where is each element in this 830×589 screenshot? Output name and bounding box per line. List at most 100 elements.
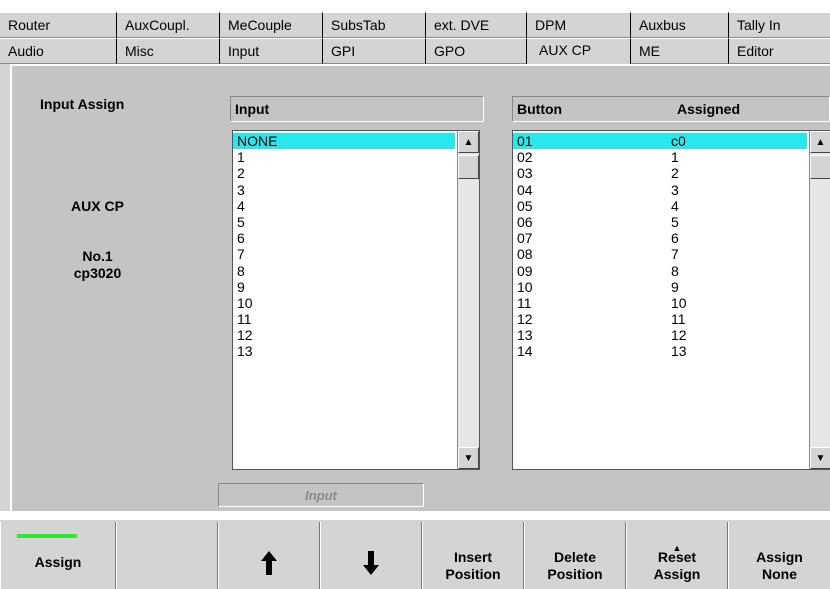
triangle-up-icon: ▲ <box>463 136 474 148</box>
button-number: 01 <box>517 133 533 149</box>
list-item[interactable]: 1 <box>233 149 455 165</box>
triangle-down-icon: ▼ <box>463 452 474 464</box>
button-number: 05 <box>517 197 533 214</box>
assign-none-button[interactable]: Assign None <box>728 522 830 589</box>
table-row[interactable]: 11 10 <box>513 295 807 311</box>
tab-gpo[interactable]: GPO <box>425 38 526 64</box>
tab-gpi[interactable]: GPI <box>322 38 425 64</box>
input-header-label: Input <box>235 101 270 117</box>
scroll-down-button[interactable]: ▼ <box>810 447 830 469</box>
list-item[interactable]: 11 <box>233 311 455 327</box>
tab-row-1: Router AuxCoupl. MeCouple SubsTab ext. D… <box>0 12 830 38</box>
scroll-down-button[interactable]: ▼ <box>458 447 479 469</box>
list-item[interactable]: 9 <box>233 279 455 295</box>
active-indicator <box>17 534 77 538</box>
button-number: 13 <box>517 327 533 344</box>
tab-substab[interactable]: SubsTab <box>322 12 425 38</box>
assigned-input: 2 <box>671 165 679 182</box>
button-number: 09 <box>517 262 533 279</box>
table-row[interactable]: 10 9 <box>513 279 807 295</box>
tab-mecouple[interactable]: MeCouple <box>219 12 322 38</box>
section-title: Input Assign <box>40 96 125 112</box>
tab-input[interactable]: Input <box>219 38 322 64</box>
table-row[interactable]: 04 3 <box>513 182 807 198</box>
table-row[interactable]: 09 8 <box>513 263 807 279</box>
table-row[interactable]: 08 7 <box>513 246 807 262</box>
blank-button[interactable] <box>116 522 218 589</box>
tab-auxbus[interactable]: Auxbus <box>630 12 728 38</box>
triangle-down-icon: ▼ <box>815 452 826 464</box>
tab-tally-in[interactable]: Tally In <box>728 12 830 38</box>
list-item[interactable]: 7 <box>233 246 455 262</box>
device-label: AUX CP <box>71 198 124 214</box>
list-item[interactable]: 5 <box>233 214 455 230</box>
table-row[interactable]: 03 2 <box>513 165 807 181</box>
table-row[interactable]: 05 4 <box>513 198 807 214</box>
assigned-input: 4 <box>671 197 679 214</box>
input-list-header: Input <box>230 96 484 122</box>
table-row[interactable]: 13 12 <box>513 327 807 343</box>
input-list[interactable]: NONE 1 2 3 4 5 6 7 8 9 10 11 12 13 ▲ ▼ <box>232 130 480 470</box>
insert-position-button[interactable]: Insert Position <box>422 522 524 589</box>
button-header-label: Button <box>517 101 563 117</box>
tab-misc[interactable]: Misc <box>116 38 219 64</box>
assigned-input: c0 <box>671 133 686 149</box>
list-item[interactable]: 6 <box>233 230 455 246</box>
scroll-thumb[interactable] <box>810 155 830 179</box>
tab-audio[interactable]: Audio <box>0 38 116 64</box>
scroll-up-button[interactable]: ▲ <box>810 131 830 153</box>
insert-label-1: Insert <box>453 549 493 565</box>
tab-editor[interactable]: Editor <box>728 38 830 64</box>
list-item[interactable]: 10 <box>233 295 455 311</box>
list-item[interactable]: 13 <box>233 343 455 359</box>
delete-position-button[interactable]: Delete Position <box>524 522 626 589</box>
move-up-button[interactable] <box>218 522 320 589</box>
button-number: 07 <box>517 230 533 247</box>
assign-list-header: Button Assigned <box>512 96 830 122</box>
assigned-input: 12 <box>671 327 687 344</box>
assign-label: Assign <box>34 554 82 570</box>
tab-aux-cp[interactable]: AUX CP <box>526 38 630 64</box>
scroll-thumb[interactable] <box>458 155 479 179</box>
table-row[interactable]: 12 11 <box>513 311 807 327</box>
delete-label-2: Position <box>547 566 603 582</box>
assigned-input: 8 <box>671 262 679 279</box>
tab-row-2: Audio Misc Input GPI GPO AUX CP ME Edito… <box>0 38 830 64</box>
table-row[interactable]: 02 1 <box>513 149 807 165</box>
delete-label-1: Delete <box>553 549 597 565</box>
arrow-down-icon <box>363 551 379 575</box>
triangle-up-icon: ▲ <box>815 136 826 148</box>
table-row[interactable]: 14 13 <box>513 343 807 359</box>
table-row[interactable]: 06 5 <box>513 214 807 230</box>
input-list-rows: NONE 1 2 3 4 5 6 7 8 9 10 11 12 13 <box>233 133 455 360</box>
tab-auxcoupl[interactable]: AuxCoupl. <box>116 12 219 38</box>
button-number: 10 <box>517 278 533 295</box>
assigned-input: 5 <box>671 213 679 230</box>
table-row[interactable]: 07 6 <box>513 230 807 246</box>
tab-router[interactable]: Router <box>0 12 116 38</box>
table-row[interactable]: 01 c0 <box>513 133 807 150</box>
assigned-input: 1 <box>671 149 679 166</box>
list-item[interactable]: NONE <box>233 133 455 150</box>
reset-assign-button[interactable]: ▲ Reset Assign <box>626 522 728 589</box>
list-item[interactable]: 12 <box>233 327 455 343</box>
input-list-scrollbar[interactable]: ▲ ▼ <box>457 131 479 469</box>
list-item[interactable]: 4 <box>233 198 455 214</box>
list-item[interactable]: 2 <box>233 165 455 181</box>
tab-me[interactable]: ME <box>630 38 728 64</box>
tab-dpm[interactable]: DPM <box>526 12 630 38</box>
device-model: cp3020 <box>73 265 122 281</box>
reset-label-2: Assign <box>653 566 701 582</box>
list-item[interactable]: 8 <box>233 263 455 279</box>
scroll-up-button[interactable]: ▲ <box>458 131 479 153</box>
button-number: 02 <box>517 149 533 166</box>
device-number: No.1 <box>82 248 113 264</box>
list-item[interactable]: 3 <box>233 182 455 198</box>
tab-ext-dve[interactable]: ext. DVE <box>425 12 526 38</box>
insert-label-2: Position <box>445 566 501 582</box>
assign-button[interactable]: Assign <box>0 522 116 589</box>
move-down-button[interactable] <box>320 522 422 589</box>
assign-list-scrollbar[interactable]: ▲ ▼ <box>809 131 830 469</box>
assign-list[interactable]: 01 c0 02 1 03 2 04 3 05 4 06 5 07 6 08 7 09 8 10 9 11 10 12 11 1… <box>512 130 830 470</box>
button-number: 14 <box>517 343 533 360</box>
